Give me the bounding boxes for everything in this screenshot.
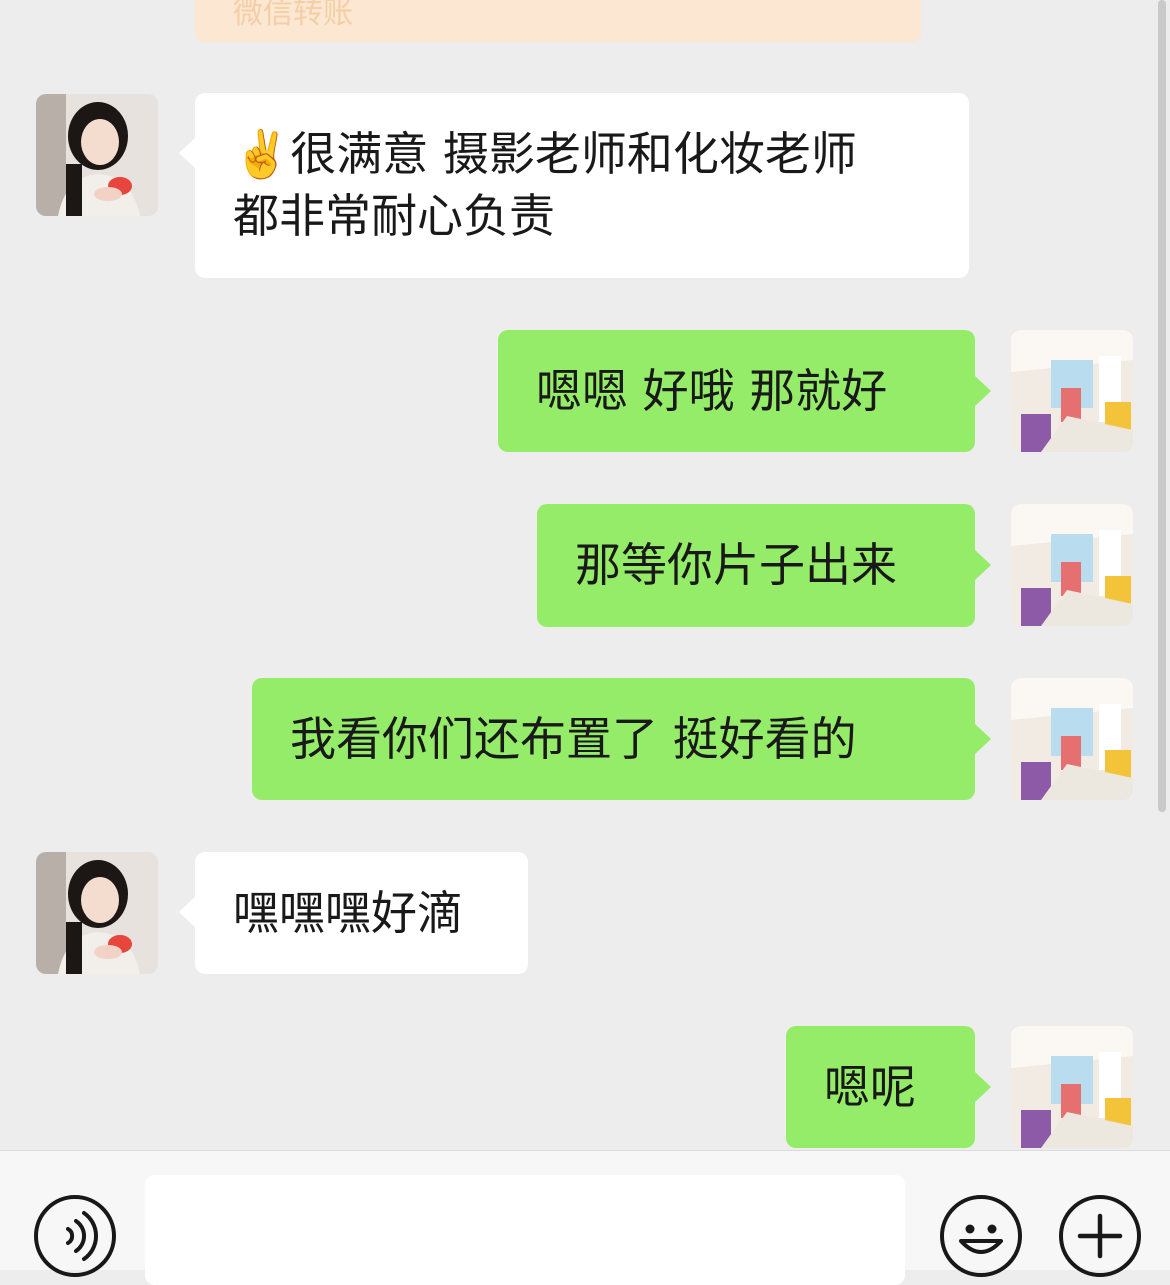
chat-area[interactable]: 微信转账 ✌️很满意 摄影老师和化妆老师 都非常耐心负责 嗯嗯 好哦 那就好 那… bbox=[0, 0, 1170, 1150]
contact-avatar[interactable] bbox=[36, 852, 158, 974]
user-avatar[interactable] bbox=[1011, 504, 1133, 626]
scrollbar[interactable] bbox=[1158, 0, 1166, 812]
message-text-line: ✌️很满意 摄影老师和化妆老师 bbox=[233, 127, 857, 181]
voice-button[interactable] bbox=[34, 1195, 116, 1277]
message-text-line: 我看你们还布置了 挺好看的 bbox=[290, 712, 857, 766]
voice-icon bbox=[66, 1211, 98, 1261]
user-avatar[interactable] bbox=[1011, 330, 1133, 452]
emoji-button[interactable] bbox=[940, 1195, 1022, 1277]
message-text-line: 那等你片子出来 bbox=[575, 538, 897, 592]
plus-icon bbox=[1077, 1213, 1123, 1259]
message-bubble[interactable]: 嗯嗯 好哦 那就好 bbox=[498, 330, 991, 452]
input-bar bbox=[0, 1150, 1170, 1285]
transfer-label: 微信转账 bbox=[233, 0, 353, 31]
user-avatar[interactable] bbox=[1011, 678, 1133, 800]
plus-button[interactable] bbox=[1059, 1195, 1141, 1277]
message-bubble[interactable]: ✌️很满意 摄影老师和化妆老师 都非常耐心负责 bbox=[179, 93, 969, 278]
message-text-line: 嗯呢 bbox=[824, 1060, 916, 1114]
user-avatar[interactable] bbox=[1011, 1026, 1133, 1148]
transfer-card[interactable]: 微信转账 bbox=[195, 0, 921, 42]
message-text-line: 嘿嘿嘿好滴 bbox=[233, 886, 463, 940]
message-bubble[interactable]: 嘿嘿嘿好滴 bbox=[179, 852, 528, 974]
message-text-line: 都非常耐心负责 bbox=[233, 189, 555, 243]
contact-avatar[interactable] bbox=[36, 94, 158, 216]
message-bubble[interactable]: 嗯呢 bbox=[786, 1026, 991, 1148]
message-bubble[interactable]: 我看你们还布置了 挺好看的 bbox=[252, 678, 991, 800]
message-text-line: 嗯嗯 好哦 那就好 bbox=[536, 364, 888, 418]
message-bubble[interactable]: 那等你片子出来 bbox=[537, 504, 991, 627]
emoji-icon bbox=[959, 1224, 1003, 1254]
